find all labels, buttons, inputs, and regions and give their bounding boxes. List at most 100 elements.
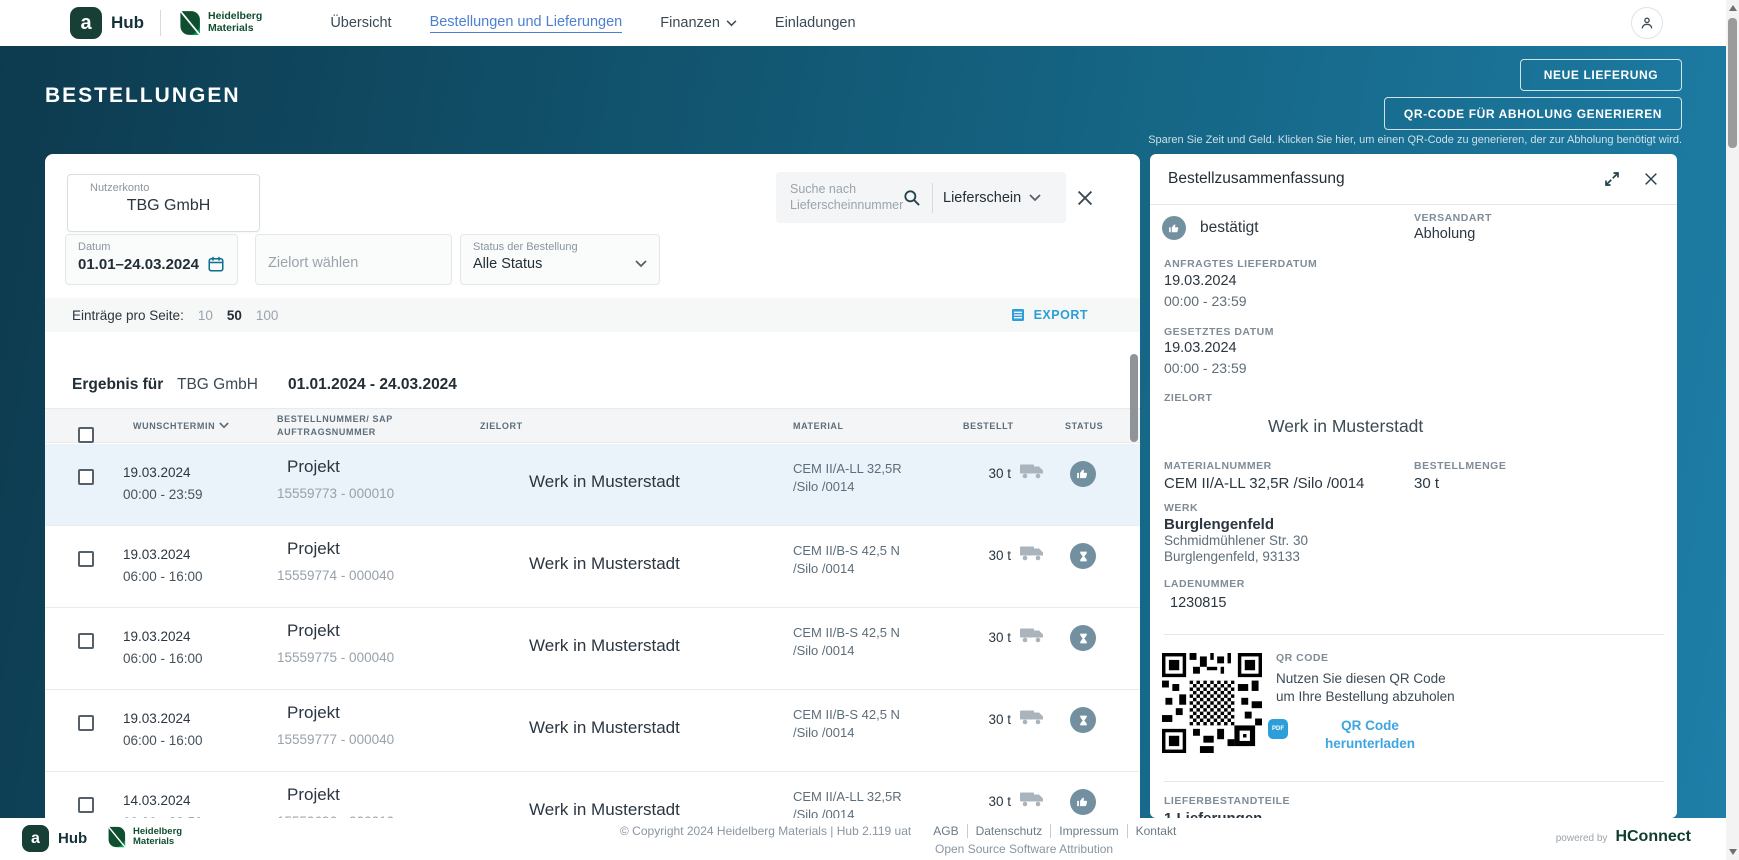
column-label: WUNSCHTERMIN [133,420,216,431]
column-material: MATERIAL [793,409,844,442]
column-zielort: ZIELORT [480,409,523,442]
hconnect-wordmark: HConnect [1615,828,1691,845]
hub-logo-icon[interactable]: a [70,7,102,39]
date-value: 01.01–24.03.2024 [78,255,199,273]
row-destination: Werk in Musterstadt [529,800,680,818]
copyright-text: © Copyright 2024 Heidelberg Materials | … [620,824,912,838]
row-destination: Werk in Musterstadt [529,636,680,655]
row-quantity: 30 t [988,630,1011,645]
clear-search-icon[interactable] [1074,187,1096,209]
page-title: BESTELLUNGEN [45,84,241,107]
column-label: ZIELORT [480,420,523,431]
search-icon[interactable] [902,188,922,208]
export-button[interactable]: EXPORT [1010,307,1088,323]
page-scrollbar[interactable] [1726,0,1739,860]
search-type-dropdown[interactable]: Lieferschein [943,190,1041,206]
load-number-value: 1230815 [1170,595,1227,611]
footer-link-datenschutz[interactable]: Datenschutz [968,824,1052,838]
footer-link-kontakt[interactable]: Kontakt [1128,824,1185,838]
table-row[interactable]: 14.03.2024 00:00 - 23:59 Projekt 1555969… [45,772,1140,818]
footer: a Hub Heidelberg Materials © Copyright 2… [0,818,1739,860]
date-range-picker[interactable]: Datum 01.01–24.03.2024 [65,234,238,285]
scrollbar-up-arrow[interactable] [1729,5,1737,11]
column-bestellt: BESTELLT [963,409,1014,442]
row-checkbox[interactable] [78,715,94,731]
truck-icon [1020,544,1046,562]
card-scrollbar[interactable] [1130,250,1138,810]
generate-qr-code-button[interactable]: QR-CODE FÜR ABHOLUNG GENERIEREN [1384,97,1682,130]
column-wunschtermin[interactable]: WUNSCHTERMIN [133,409,229,442]
requested-date-label: ANFRAGTES LIEFERDATUM [1164,258,1318,270]
plant-name: Burglengenfeld [1164,516,1275,533]
page: a Hub Heidelberg Materials Übersicht Bes… [0,0,1739,860]
row-time: 06:00 - 16:00 [123,733,203,748]
nav-item-einladungen[interactable]: Einladungen [775,15,856,31]
nav-item-bestellungen-und-lieferungen[interactable]: Bestellungen und Lieferungen [429,14,623,33]
row-checkbox[interactable] [78,797,94,813]
scrollbar-thumb[interactable] [1728,18,1737,148]
hub-logo-glyph: a [80,11,92,34]
new-delivery-button[interactable]: NEUE LIEFERUNG [1520,59,1682,91]
table-row[interactable]: 19.03.2024 00:00 - 23:59 Projekt 1555977… [45,444,1140,526]
row-checkbox[interactable] [78,633,94,649]
table-row[interactable]: 19.03.2024 06:00 - 16:00 Projekt 1555977… [45,608,1140,690]
user-account-button[interactable] [1631,7,1663,39]
qr-download-link[interactable]: PDF QR Code herunterladen [1268,717,1430,753]
thumbs-up-icon [1077,469,1088,479]
table-row[interactable]: 19.03.2024 06:00 - 16:00 Projekt 1555977… [45,690,1140,772]
footer-link-impressum[interactable]: Impressum [1051,824,1128,838]
plant-street: Schmidmühlener Str. 30 [1164,533,1309,548]
destination-select[interactable]: Zielort wählen [255,234,452,285]
row-quantity: 30 t [988,548,1011,563]
page-size-100[interactable]: 100 [256,308,279,323]
hub-wordmark: Hub [58,830,88,847]
material-value: CEM II/A-LL 32,5R /Silo /0014 [1164,475,1365,492]
heidelberg-materials-logo-icon [179,10,201,36]
nav-divider [160,10,162,36]
footer-links: AGB Datenschutz Impressum Kontakt [925,824,1184,838]
export-label: EXPORT [1033,308,1088,322]
nav-item-uebersicht[interactable]: Übersicht [330,15,391,31]
card-scrollbar-thumb[interactable] [1130,354,1138,442]
destination-value[interactable]: Werk in Musterstadt [1268,416,1423,437]
status-pending-badge [1070,543,1096,569]
select-all-checkbox[interactable] [78,426,94,443]
column-status: STATUS [1065,409,1103,442]
truck-icon [1020,462,1046,480]
close-panel-button[interactable] [1643,171,1659,187]
row-checkbox[interactable] [78,469,94,485]
page-size-10[interactable]: 10 [198,308,213,323]
set-date-value: 19.03.2024 [1164,340,1237,356]
destination-label: ZIELORT [1164,392,1213,404]
footer-heidelberg-brand: Heidelberg Materials [104,826,182,848]
row-checkbox[interactable] [78,551,94,567]
scrollbar-down-arrow[interactable] [1729,849,1737,855]
search-type-value: Lieferschein [943,189,1022,206]
status-confirmed-badge [1070,461,1096,487]
row-order-name: Projekt [287,703,340,722]
requested-time-value: 00:00 - 23:59 [1164,293,1247,309]
search-input[interactable]: Suche nach Lieferscheinnummer [790,182,903,213]
account-select[interactable]: Nutzerkonto TBG GmbH [67,174,260,232]
column-label: MATERIAL [793,420,844,431]
pdf-icon: PDF [1268,719,1288,739]
hourglass-icon [1079,715,1087,725]
expand-button[interactable] [1603,170,1621,188]
footer-link-agb[interactable]: AGB [925,824,968,838]
column-label: BESTELLNUMMER/ SAP AUFTRAGSNUMMER [277,413,393,437]
table-row[interactable]: 19.03.2024 06:00 - 16:00 Projekt 1555977… [45,526,1140,608]
order-status-select[interactable]: Status der Bestellung Alle Status [460,234,660,285]
top-navigation: a Hub Heidelberg Materials Übersicht Bes… [0,0,1739,46]
delivery-components-value: 1 Lieferungen [1164,810,1262,818]
nav-item-finanzen[interactable]: Finanzen [660,15,737,31]
search-divider [932,182,933,213]
status-confirmed-badge [1162,216,1186,240]
delivery-components-label: LIEFERBESTANDTEILE [1164,795,1291,807]
row-quantity: 30 t [988,794,1011,809]
page-size-50[interactable]: 50 [227,308,242,323]
footer-attribution-link[interactable]: Open Source Software Attribution [935,842,1113,856]
qr-section: QR CODE Nutzen Sie diesen QR Code um Ihr… [1276,652,1466,705]
column-bestellnummer: BESTELLNUMMER/ SAP AUFTRAGSNUMMER [277,409,395,442]
heidelberg-materials-wordmark: Heidelberg Materials [133,826,182,848]
row-order-number: 15559777 - 000040 [277,732,395,747]
